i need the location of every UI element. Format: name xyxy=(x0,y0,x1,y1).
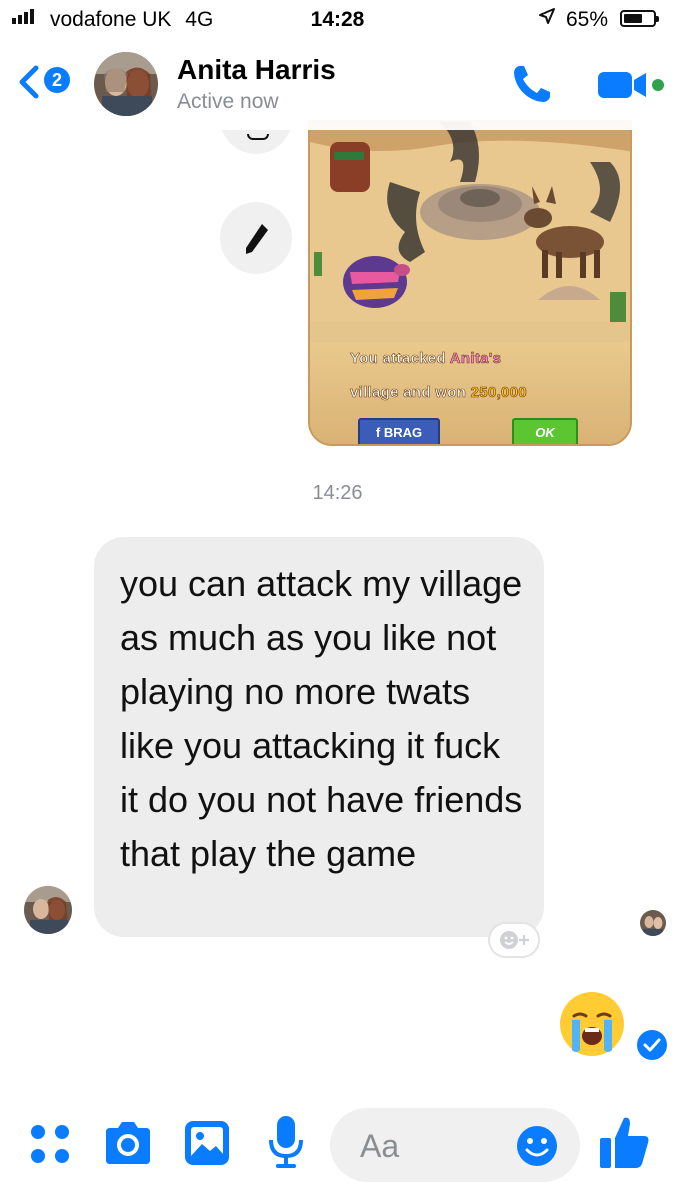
brag-button[interactable]: f BRAG xyxy=(358,418,440,444)
attacked-player-name: Anita's xyxy=(449,350,502,368)
game-card-footer: You attacked Anita's village and won 250… xyxy=(310,342,630,444)
edit-button[interactable] xyxy=(220,202,292,274)
battery-icon xyxy=(620,10,659,27)
battery-percent: 65% xyxy=(566,8,609,31)
contact-avatar[interactable] xyxy=(94,52,158,116)
more-actions-button[interactable] xyxy=(26,1120,74,1168)
sent-status-icon xyxy=(637,1030,667,1060)
back-chevron-icon xyxy=(19,65,39,99)
emoji-icon xyxy=(517,1126,557,1166)
conversation-header: 2 Anita Harris Active now xyxy=(0,40,675,130)
emoji-picker-button[interactable] xyxy=(515,1124,559,1168)
message-input[interactable]: Aa xyxy=(330,1108,580,1182)
more-dots-icon xyxy=(31,1125,69,1163)
back-button[interactable]: 2 xyxy=(14,62,74,102)
pencil-icon xyxy=(246,224,268,254)
message-input-placeholder: Aa xyxy=(360,1128,400,1164)
phone-icon xyxy=(514,66,550,102)
status-bar: vodafone UK 4G 14:28 65% xyxy=(0,0,675,40)
won-amount: 250,000 xyxy=(470,384,527,402)
pencil-icon-partial xyxy=(247,134,269,140)
video-camera-icon xyxy=(598,72,646,98)
location-arrow-icon xyxy=(538,7,556,31)
attack-result-line-1: You attacked Anita's xyxy=(350,350,502,368)
message-composer: Aa xyxy=(0,1100,675,1200)
attack-result-line-2: village and won 250,000 xyxy=(350,384,527,402)
voice-call-button[interactable] xyxy=(510,62,554,106)
online-dot-icon xyxy=(652,79,664,91)
crying-face-icon xyxy=(560,992,624,1056)
sender-avatar[interactable] xyxy=(24,886,72,934)
add-reaction-button[interactable] xyxy=(488,922,540,958)
camera-icon xyxy=(106,1122,150,1164)
add-reaction-icon xyxy=(500,931,529,949)
thumbs-up-icon xyxy=(600,1117,649,1168)
like-button[interactable] xyxy=(596,1112,652,1172)
microphone-icon xyxy=(269,1116,303,1168)
active-status: Active now xyxy=(177,90,279,113)
voice-message-button[interactable] xyxy=(266,1114,306,1172)
incoming-message-bubble[interactable]: you can attack my village as much as you… xyxy=(94,537,544,937)
camera-button[interactable] xyxy=(102,1118,154,1168)
outgoing-emoji-message[interactable]: 😭 xyxy=(558,990,626,1058)
video-call-button[interactable] xyxy=(596,68,666,102)
unread-badge: 2 xyxy=(44,67,70,93)
message-text: you can attack my village as much as you… xyxy=(120,563,523,874)
message-timestamp: 14:26 xyxy=(312,482,363,504)
game-scene-image xyxy=(310,122,630,342)
won-text: village and won xyxy=(350,384,471,402)
contact-name: Anita Harris xyxy=(177,54,336,85)
image-icon xyxy=(185,1121,229,1165)
seen-indicator-avatar xyxy=(640,910,666,936)
ok-button[interactable]: OK xyxy=(512,418,578,444)
game-share-card[interactable]: You attacked Anita's village and won 250… xyxy=(308,120,632,446)
gallery-button[interactable] xyxy=(182,1118,232,1168)
attack-text: You attacked xyxy=(350,350,450,368)
